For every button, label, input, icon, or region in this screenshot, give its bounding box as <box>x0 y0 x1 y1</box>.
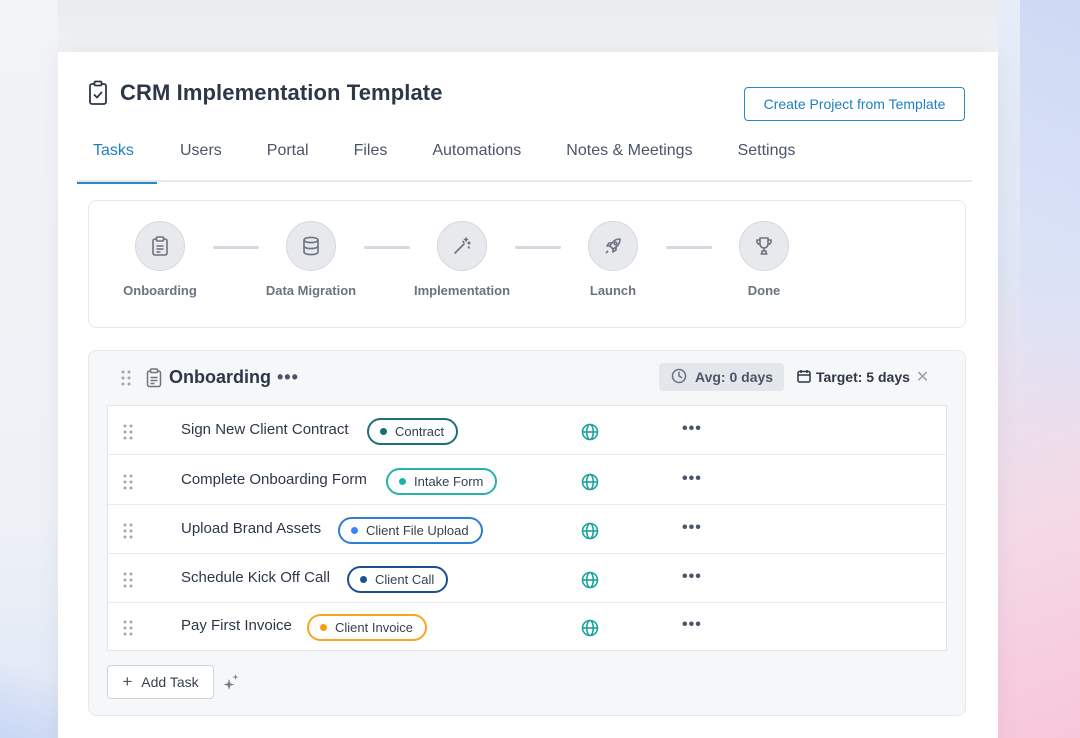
table-row[interactable]: Complete Onboarding Form Intake Form ••• <box>108 456 946 505</box>
tag-dot <box>351 527 358 534</box>
task-name[interactable]: Sign New Client Contract <box>181 421 349 438</box>
tab-automations[interactable]: Automations <box>432 132 521 182</box>
tag-dot <box>360 576 367 583</box>
background-left <box>0 0 58 738</box>
globe-icon[interactable] <box>581 522 599 545</box>
create-project-button[interactable]: Create Project from Template <box>744 87 965 121</box>
page-title: CRM Implementation Template <box>120 80 443 105</box>
task-list: Sign New Client Contract Contract ••• Co… <box>107 405 947 651</box>
stage-implementation[interactable]: Implementation <box>402 221 522 298</box>
database-icon <box>286 221 336 271</box>
add-task-button[interactable]: + Add Task <box>107 665 214 699</box>
add-task-label: Add Task <box>141 674 199 690</box>
avg-duration-badge: Avg: 0 days <box>659 363 784 391</box>
stage-onboarding[interactable]: Onboarding <box>100 221 220 298</box>
calendar-icon <box>797 369 811 386</box>
drag-handle-icon[interactable] <box>123 572 133 593</box>
task-name[interactable]: Schedule Kick Off Call <box>181 569 330 586</box>
globe-icon[interactable] <box>581 571 599 594</box>
tag-label: Contract <box>395 424 445 439</box>
background-top <box>0 0 1080 60</box>
avg-label: Avg: 0 days <box>695 369 774 385</box>
row-more-button[interactable]: ••• <box>682 420 702 438</box>
tag-label: Intake Form <box>414 474 484 489</box>
drag-handle-icon[interactable] <box>123 523 133 544</box>
tag-pill[interactable]: Client Call <box>347 566 449 593</box>
stage-label: Implementation <box>413 283 511 298</box>
task-name[interactable]: Upload Brand Assets <box>181 520 321 537</box>
tab-users[interactable]: Users <box>180 132 222 182</box>
drag-handle-icon[interactable] <box>123 620 133 641</box>
tag-dot <box>399 478 406 485</box>
tag-label: Client Invoice <box>335 620 414 635</box>
globe-icon[interactable] <box>581 473 599 496</box>
tag-pill[interactable]: Contract <box>367 418 459 445</box>
stage-launch[interactable]: Launch <box>553 221 673 298</box>
tag-label: Client Call <box>375 572 435 587</box>
background-left-glow <box>0 668 58 738</box>
background-right-ribbon <box>1020 0 1080 420</box>
tag-pill[interactable]: Intake Form <box>386 468 498 495</box>
sparkle-icon[interactable] <box>222 673 240 698</box>
tab-files[interactable]: Files <box>354 132 388 182</box>
page-header: CRM Implementation Template <box>88 80 443 106</box>
table-row[interactable]: Schedule Kick Off Call Client Call ••• <box>108 554 946 603</box>
group-header: Onboarding ••• Avg: 0 days Target: 5 day… <box>89 351 967 405</box>
drag-handle-icon[interactable] <box>121 370 131 391</box>
task-name[interactable]: Pay First Invoice <box>181 617 292 634</box>
row-more-button[interactable]: ••• <box>682 616 702 634</box>
globe-icon[interactable] <box>581 619 599 642</box>
row-more-button[interactable]: ••• <box>682 568 702 586</box>
task-group-onboarding: Onboarding ••• Avg: 0 days Target: 5 day… <box>88 350 966 716</box>
tag-label: Client File Upload <box>366 523 469 538</box>
tab-tasks[interactable]: Tasks <box>77 132 157 184</box>
magic-wand-icon <box>437 221 487 271</box>
tab-bar: Tasks Users Portal Files Automations Not… <box>77 132 972 184</box>
stage-label: Done <box>747 283 781 298</box>
table-row[interactable]: Sign New Client Contract Contract ••• <box>108 406 946 455</box>
tab-notes-meetings[interactable]: Notes & Meetings <box>566 132 692 182</box>
stage-data-migration[interactable]: Data Migration <box>251 221 371 298</box>
target-label: Target: 5 days <box>816 369 910 385</box>
tag-dot <box>380 428 387 435</box>
rocket-icon <box>588 221 638 271</box>
task-name[interactable]: Complete Onboarding Form <box>181 471 367 488</box>
stage-done[interactable]: Done <box>704 221 824 298</box>
group-title: Onboarding <box>169 367 271 387</box>
table-row[interactable]: Pay First Invoice Client Invoice ••• <box>108 602 946 651</box>
globe-icon[interactable] <box>581 423 599 446</box>
template-card: CRM Implementation Template Create Proje… <box>58 52 998 738</box>
drag-handle-icon[interactable] <box>123 474 133 495</box>
table-row[interactable]: Upload Brand Assets Client File Upload •… <box>108 505 946 554</box>
tab-portal[interactable]: Portal <box>267 132 309 182</box>
tag-pill[interactable]: Client File Upload <box>338 517 483 544</box>
row-more-button[interactable]: ••• <box>682 470 702 488</box>
trophy-icon <box>739 221 789 271</box>
stage-progress: Onboarding Data Migration Implementation… <box>88 200 966 328</box>
clipboard-icon <box>146 368 162 393</box>
clock-icon <box>671 368 687 387</box>
tag-pill[interactable]: Client Invoice <box>307 614 428 641</box>
row-more-button[interactable]: ••• <box>682 519 702 537</box>
stage-label: Onboarding <box>123 283 197 298</box>
tag-dot <box>320 624 327 631</box>
stage-label: Launch <box>589 283 637 298</box>
stage-label: Data Migration <box>265 283 357 298</box>
tab-settings[interactable]: Settings <box>738 132 796 182</box>
clipboard-icon <box>135 221 185 271</box>
plus-icon: + <box>122 672 133 691</box>
drag-handle-icon[interactable] <box>123 424 133 445</box>
close-icon[interactable]: ✕ <box>916 367 929 387</box>
target-duration: Target: 5 days ✕ <box>797 363 929 391</box>
group-more-button[interactable]: ••• <box>277 367 299 388</box>
clipboard-check-icon <box>88 80 110 106</box>
